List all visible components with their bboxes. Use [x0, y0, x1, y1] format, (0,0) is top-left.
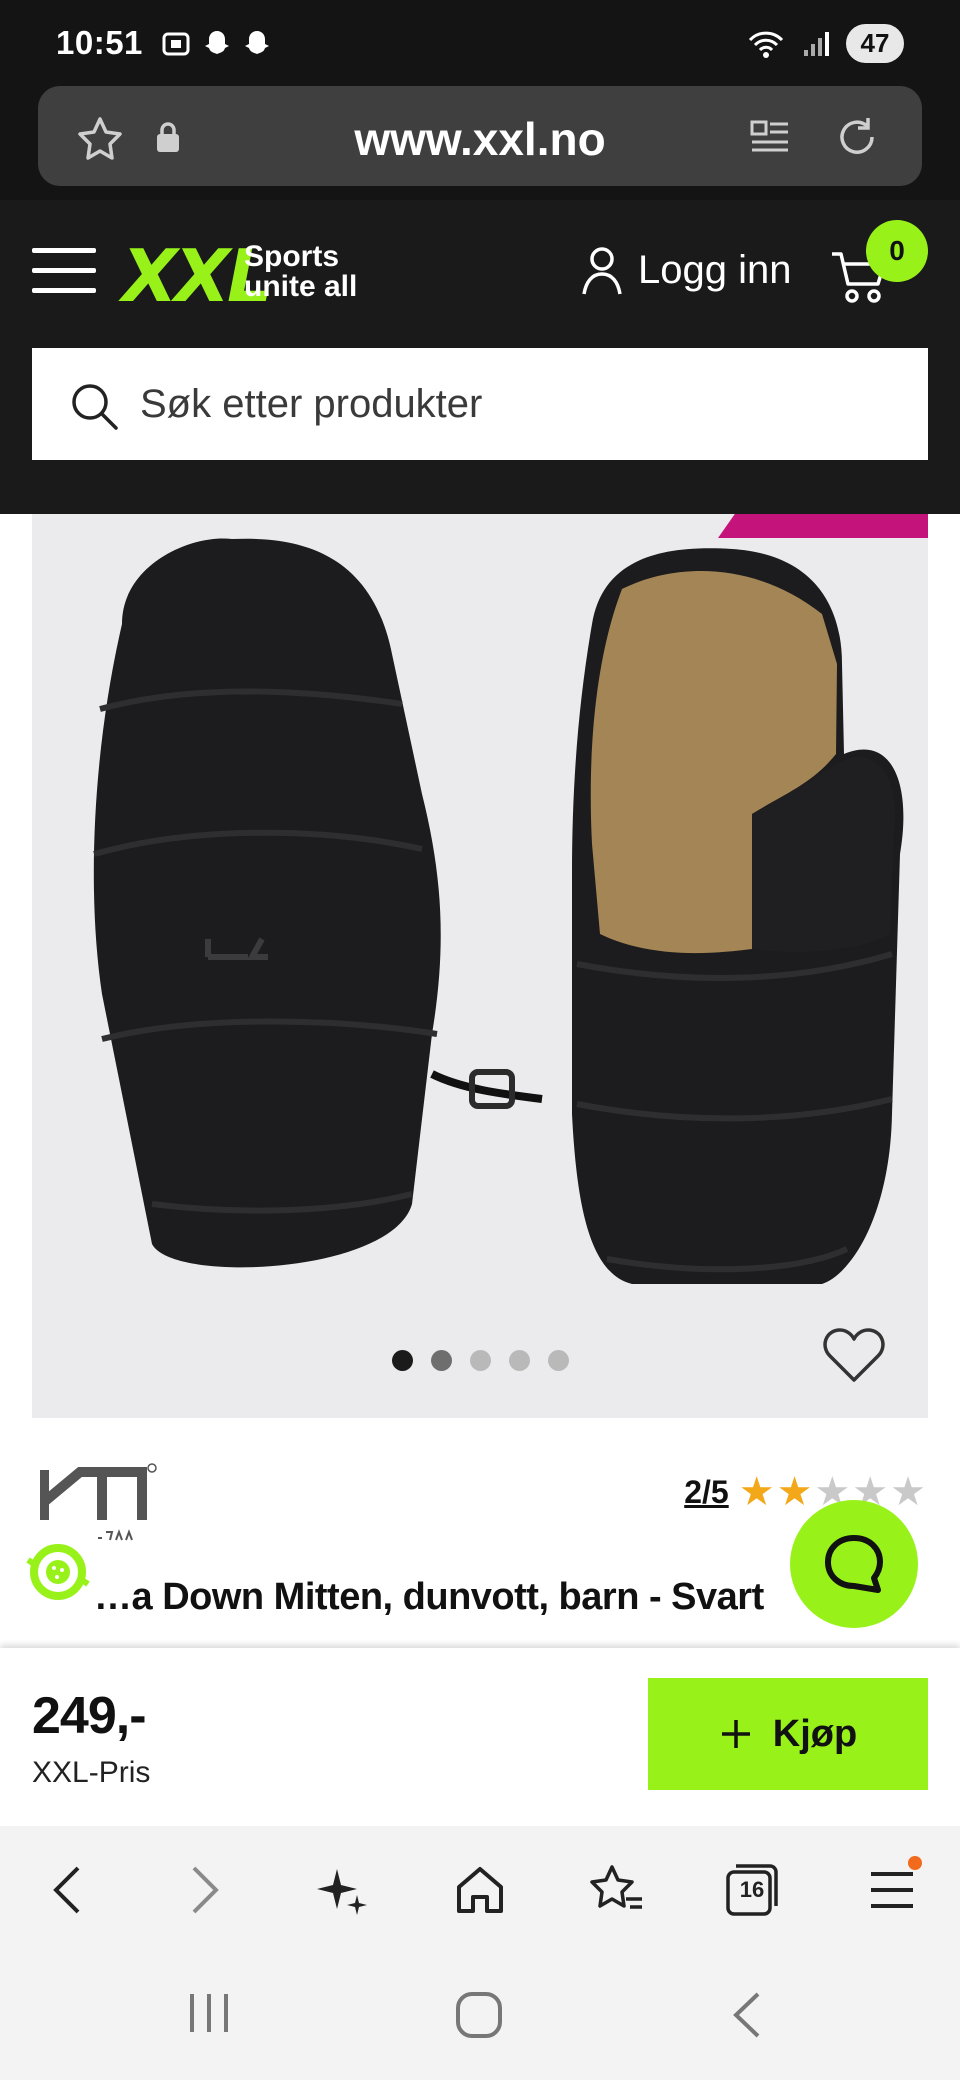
snapchat-icon: [205, 31, 229, 54]
product-photo-mittens: [93, 538, 904, 1284]
heart-icon[interactable]: [822, 1326, 886, 1386]
search-box[interactable]: [32, 348, 928, 460]
rating-text[interactable]: 2/5: [684, 1474, 728, 1511]
plus-icon: [721, 1720, 750, 1748]
screenshot-icon: [162, 32, 190, 56]
price: 249,-: [32, 1687, 147, 1745]
product-title: …a Down Mitten, dunvott, barn - Svart: [94, 1576, 764, 1618]
battery-indicator: 47: [846, 24, 904, 63]
forward-icon: [192, 1866, 219, 1914]
pagination-dot[interactable]: [509, 1350, 530, 1371]
bookmarks-button[interactable]: [584, 1858, 648, 1922]
wifi-icon: [748, 31, 784, 58]
back-icon: [53, 1866, 80, 1914]
star-filled-icon: ★: [738, 1470, 775, 1514]
product-rating[interactable]: 2/5 ★ ★ ★ ★ ★: [684, 1472, 926, 1512]
search-input[interactable]: [140, 348, 900, 460]
status-time: 10:51: [56, 24, 143, 61]
sparkle-icon: [317, 1869, 367, 1915]
back-button[interactable]: [34, 1858, 98, 1922]
tagline-line1: Sports: [244, 240, 340, 273]
notification-icons: [160, 28, 272, 60]
price-label: XXL-Pris: [32, 1756, 151, 1789]
status-bar: 10:51 47: [0, 0, 960, 84]
site-header: XXL Sports unite all Logg inn 0: [0, 200, 960, 514]
back-nav-icon[interactable]: [728, 1990, 768, 2040]
buy-label: Kjøp: [772, 1712, 858, 1755]
browser-address-area: www.xxl.no: [0, 84, 960, 200]
snapchat-icon: [245, 31, 269, 54]
system-navigation-bar: [0, 1954, 960, 2080]
pagination-dot[interactable]: [548, 1350, 569, 1371]
notification-dot: [908, 1856, 922, 1870]
buy-button[interactable]: Kjøp: [648, 1678, 928, 1790]
pagination-dot[interactable]: [392, 1350, 413, 1371]
reader-mode-icon[interactable]: [748, 116, 792, 160]
tabs-button[interactable]: 16: [720, 1858, 784, 1922]
signal-icon: [804, 31, 829, 56]
search-icon: [72, 384, 118, 430]
home-button[interactable]: [448, 1858, 512, 1922]
home-nav-icon[interactable]: [454, 1990, 504, 2040]
pagination-dot[interactable]: [431, 1350, 452, 1371]
product-image-gallery[interactable]: [32, 514, 928, 1418]
login-label: Logg inn: [638, 247, 792, 292]
tagline-line2: unite all: [244, 270, 358, 303]
buy-bar: 249,- XXL-Pris Kjøp: [0, 1648, 960, 1826]
pagination-dot[interactable]: [470, 1350, 491, 1371]
login-button[interactable]: Logg inn: [580, 244, 791, 296]
tab-count: 16: [739, 1877, 765, 1902]
browser-toolbar: 16: [0, 1826, 960, 1954]
browser-menu-button[interactable]: [860, 1856, 924, 1922]
chat-icon: [825, 1535, 883, 1593]
logo-tagline: Sports unite all: [244, 242, 357, 302]
forward-button[interactable]: [174, 1858, 238, 1922]
eco-badge-icon[interactable]: [20, 1534, 96, 1610]
star-filled-icon: ★: [776, 1470, 813, 1514]
reload-icon[interactable]: [832, 112, 882, 162]
menu-icon[interactable]: [32, 248, 96, 294]
image-pagination[interactable]: [392, 1350, 569, 1371]
recent-apps-icon[interactable]: [186, 1990, 232, 2036]
home-icon: [457, 1867, 503, 1913]
address-bar[interactable]: www.xxl.no: [38, 86, 922, 186]
star-empty-icon: ★: [890, 1470, 926, 1514]
cart-count-badge[interactable]: 0: [866, 220, 928, 282]
menu-icon: [871, 1872, 913, 1908]
ai-assistant-button[interactable]: [310, 1858, 374, 1922]
bookmark-star-icon: [590, 1865, 642, 1909]
chat-button[interactable]: [790, 1500, 918, 1628]
user-icon: [582, 247, 622, 295]
